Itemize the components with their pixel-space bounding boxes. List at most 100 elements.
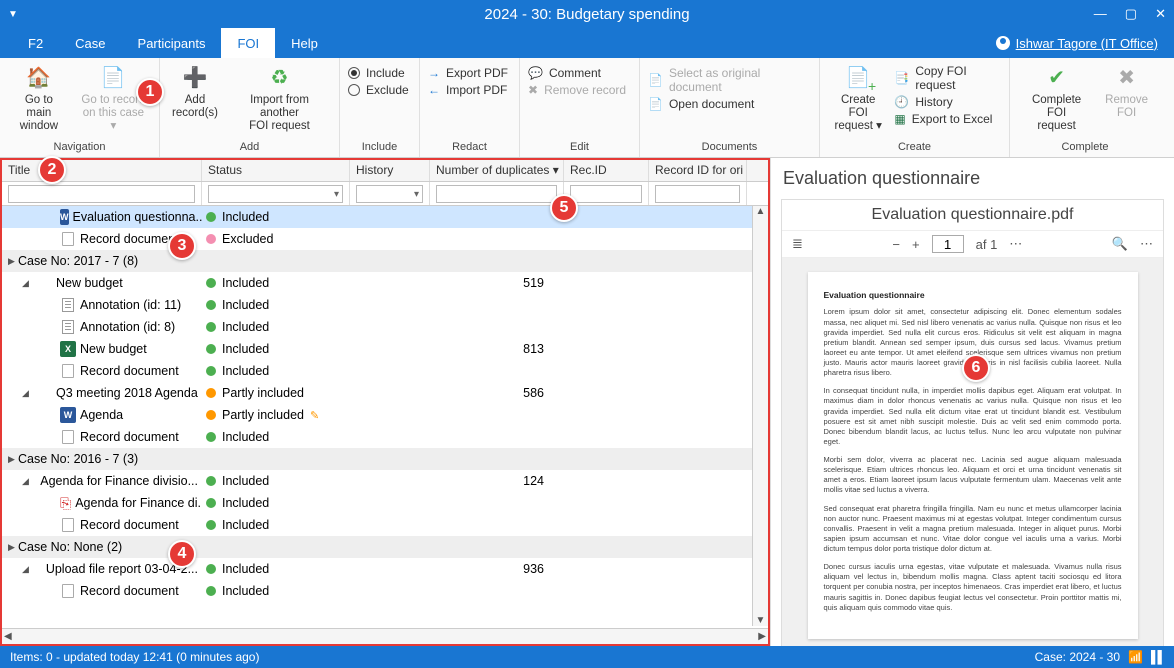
table-row[interactable]: Record documentExcluded [2,228,768,250]
title-bar: ▼ 2024 - 30: Budgetary spending — ▢ ✕ [0,0,1174,28]
pdf-zoom-in-icon[interactable]: + [912,237,920,252]
filter-recori-input[interactable] [655,185,740,203]
pdf-more-icon[interactable]: ⋯ [1009,236,1022,252]
pdf-page: Evaluation questionnaire Lorem ipsum dol… [808,272,1138,639]
select-original-button[interactable]: 📄Select as original document [648,66,811,94]
filter-history-dropdown[interactable]: ▾ [356,185,423,203]
row-status: Included [222,562,269,576]
pdf-search-icon[interactable]: 🔍 [1112,236,1128,252]
table-row[interactable]: Record documentIncluded [2,580,768,602]
go-main-window-button[interactable]: 🏠 Go to main window [8,62,70,136]
table-row[interactable]: ◢Q3 meeting 2018 AgendaPartly included58… [2,382,768,404]
pdf-placeholder-text: Donec cursus iaculis urna egestas, vitae… [824,562,1122,613]
word-icon: W [60,209,69,225]
group-header[interactable]: ▶ Case No: 2016 - 7 (3) [2,448,768,470]
include-radio[interactable]: Include [348,66,411,80]
filter-status-dropdown[interactable]: ▾ [208,185,343,203]
open-document-button[interactable]: 📄Open document [648,97,811,111]
tab-help[interactable]: Help [275,28,334,58]
pdf-placeholder-text: Sed consequat erat pharetra fringilla fr… [824,504,1122,555]
table-row[interactable]: Annotation (id: 11)Included [2,294,768,316]
grid-body[interactable]: WEvaluation questionna...IncludedRecord … [2,206,768,628]
col-title[interactable]: Title [2,160,202,181]
grid-header-row: Title Status History Number of duplicate… [2,160,768,182]
comment-button[interactable]: 💬Comment [528,66,631,80]
table-row[interactable]: ◢Upload file report 03-04-2...Included93… [2,558,768,580]
group-header[interactable]: ▶ Case No: 2017 - 7 (8) [2,250,768,272]
status-dot-icon [206,388,216,398]
row-status: Partly included [222,386,304,400]
copy-foi-button[interactable]: 📑Copy FOI request [894,64,1001,92]
row-title: Annotation (id: 8) [80,320,175,334]
tab-foi[interactable]: FOI [221,28,275,58]
col-duplicates[interactable]: Number of duplicates ▾ [430,160,564,181]
pdf-zoom-out-icon[interactable]: − [892,237,900,252]
status-bar: Items: 0 - updated today 12:41 (0 minute… [0,646,1174,668]
col-recori[interactable]: Record ID for ori [649,160,747,181]
row-status: Included [222,364,269,378]
badge-5: 5 [550,194,578,222]
tab-f2[interactable]: F2 [12,28,59,58]
add-records-button[interactable]: ➕ Add record(s) [168,62,222,122]
history-icon: 🕘 [894,95,909,109]
maximize-button[interactable]: ▢ [1125,6,1137,22]
pdf-menu-icon[interactable]: ⋯ [1140,236,1153,252]
minimize-button[interactable]: — [1094,6,1107,22]
table-row[interactable]: Record documentIncluded [2,514,768,536]
table-row[interactable]: Annotation (id: 8) Included [2,316,768,338]
status-dot-icon [206,278,216,288]
pdf-page-input[interactable] [932,235,964,253]
table-row[interactable]: Record document Included [2,360,768,382]
create-foi-button[interactable]: 📄+ Create FOI request ▾ [828,62,888,136]
export-pdf-button[interactable]: →Export PDF [428,66,511,80]
status-case: Case: 2024 - 30 [1035,650,1120,664]
remove-foi-button[interactable]: ✖ Remove FOI [1101,62,1152,122]
complete-foi-button[interactable]: ✔ Complete FOI request [1018,62,1095,136]
row-status: Included [222,210,269,224]
blank-icon [36,385,52,401]
row-title: Record document [80,364,179,378]
row-status: Included [222,320,269,334]
document-icon [60,363,76,379]
group-header[interactable]: ▶ Case No: None (2) [2,536,768,558]
col-status[interactable]: Status [202,160,350,181]
expand-icon: ◢ [22,476,29,487]
table-row[interactable]: Record documentIncluded [2,426,768,448]
document-icon [60,517,76,533]
table-row[interactable]: WAgendaPartly included ✎ [2,404,768,426]
remove-record-button[interactable]: ✖Remove record [528,83,631,97]
group-label-complete: Complete [1018,141,1152,155]
filter-title-input[interactable] [8,185,195,203]
preview-heading: Evaluation questionnaire [783,168,1164,189]
status-dot-icon [206,212,216,222]
pdf-doc-title: Evaluation questionnaire [824,290,1122,301]
history-button[interactable]: 🕘History [894,95,1001,109]
status-dot-icon [206,344,216,354]
table-row[interactable]: ◢Agenda for Finance divisio...Included12… [2,470,768,492]
pdf-outline-icon[interactable]: ≣ [792,236,803,252]
filter-recid-input[interactable] [570,185,642,203]
horizontal-scrollbar[interactable]: ◀▶ [2,628,768,644]
table-row[interactable]: ⎘Agenda for Finance di...Included [2,492,768,514]
table-row[interactable]: XNew budgetIncluded813 [2,338,768,360]
col-recid[interactable]: Rec.ID [564,160,649,181]
export-excel-button[interactable]: ▦Export to Excel [894,112,1001,126]
table-row[interactable]: ◢New budgetIncluded519 [2,272,768,294]
col-history[interactable]: History [350,160,430,181]
tab-participants[interactable]: Participants [122,28,222,58]
vertical-scrollbar[interactable]: ▲▼ [752,206,768,626]
status-pause-icon[interactable]: ▌▌ [1151,650,1164,664]
remove-icon: ✖ [1113,64,1141,92]
pencil-icon: ✎ [310,409,319,422]
user-link[interactable]: Ishwar Tagore (IT Office) [996,36,1158,51]
filter-dup-input[interactable] [436,185,557,203]
table-row[interactable]: WEvaluation questionna...Included [2,206,768,228]
row-duplicates: 124 [430,474,564,488]
exclude-radio[interactable]: Exclude [348,83,411,97]
import-pdf-button[interactable]: ←Import PDF [428,83,511,97]
tab-case[interactable]: Case [59,28,121,58]
import-foi-button[interactable]: ♻ Import from another FOI request [228,62,331,136]
pdf-viewport[interactable]: Evaluation questionnaire Lorem ipsum dol… [782,258,1163,653]
titlebar-dropdown-icon[interactable]: ▼ [8,9,18,20]
close-button[interactable]: ✕ [1155,6,1166,22]
